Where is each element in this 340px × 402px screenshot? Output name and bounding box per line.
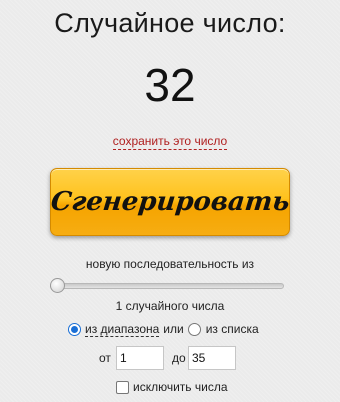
range-mode-label[interactable]: из диапазона (85, 322, 160, 337)
list-mode-label[interactable]: из списка (206, 322, 259, 336)
to-label: до (172, 351, 186, 365)
slider-track[interactable] (50, 283, 284, 289)
exclude-checkbox[interactable] (116, 380, 129, 394)
to-input[interactable] (188, 346, 236, 370)
list-radio[interactable] (187, 322, 201, 336)
count-slider[interactable] (50, 278, 284, 293)
random-number-widget: Случайное число: 32 сохранить это число … (0, 0, 340, 402)
range-inputs: от до (0, 346, 340, 370)
exclude-row: исключить числа (116, 380, 228, 394)
save-number-row: сохранить это число (0, 134, 340, 150)
sequence-label: новую последовательность из (85, 257, 255, 271)
mode-selector: из диапазона или из списка (68, 320, 259, 338)
slider-thumb[interactable] (50, 278, 65, 293)
count-label: 1 случайного числа (115, 299, 225, 313)
page-title: Случайное число: (54, 8, 286, 38)
from-label: от (99, 351, 111, 365)
or-text: или (163, 322, 184, 336)
range-radio[interactable] (68, 322, 81, 336)
save-number-link[interactable]: сохранить это число (112, 134, 228, 150)
from-input[interactable] (116, 346, 164, 370)
generate-button-label: Сгенерировать (49, 187, 291, 217)
generate-button[interactable]: Сгенерировать (49, 168, 291, 236)
random-number-value: 32 (144, 59, 196, 111)
exclude-label[interactable]: исключить числа (133, 380, 228, 394)
